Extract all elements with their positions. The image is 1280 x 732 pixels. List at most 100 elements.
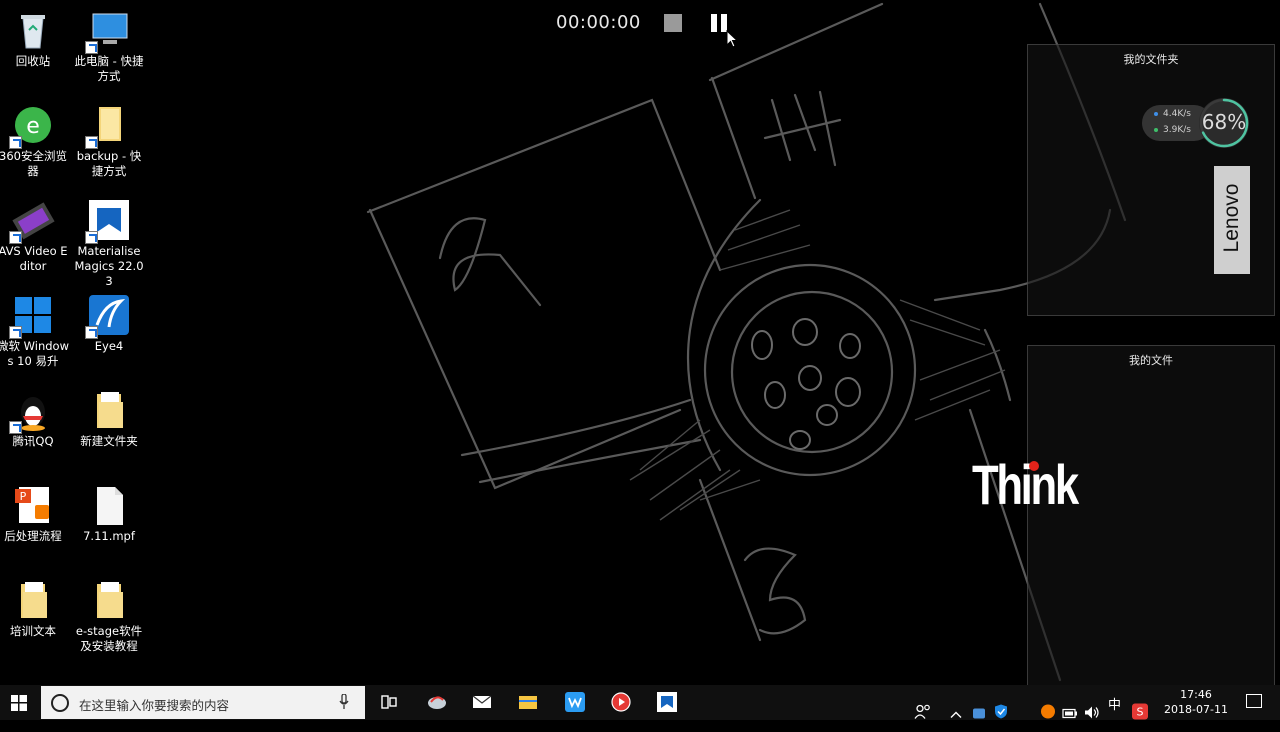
ime-indicator[interactable]: 中 xyxy=(1108,694,1121,729)
windows-logo-icon xyxy=(11,695,27,711)
desktop-icon-backup[interactable]: backup - 快捷方式 xyxy=(72,103,146,179)
folder-icon xyxy=(87,578,131,622)
powerpoint-file-icon: P xyxy=(11,483,55,527)
desktop-icon-label: 回收站 xyxy=(15,54,51,68)
mail-icon xyxy=(472,695,492,708)
lenovo-logo: Lenovo xyxy=(1214,166,1250,274)
materialise-magics-icon xyxy=(85,198,131,244)
people-icon[interactable] xyxy=(914,694,932,729)
recycle-bin-icon xyxy=(11,8,55,52)
network-monitor-widget[interactable]: 4.4K/s 3.9K/s 68% xyxy=(1140,95,1252,151)
shortcut-arrow-icon xyxy=(9,136,22,149)
taskbar-app-wps[interactable] xyxy=(553,685,597,720)
think-logo: Think xyxy=(972,453,1079,516)
desktop-icon-qq[interactable]: 腾讯QQ xyxy=(0,388,70,449)
svg-text:S: S xyxy=(1137,706,1144,719)
qq-penguin-icon xyxy=(9,388,55,434)
cortana-icon xyxy=(51,694,69,712)
shortcut-arrow-icon xyxy=(85,136,98,149)
desktop-icon-new-folder[interactable]: 新建文件夹 xyxy=(72,388,146,449)
desktop-icon-label: 新建文件夹 xyxy=(80,434,138,448)
microphone-icon[interactable] xyxy=(339,694,349,710)
sogou-ime-icon[interactable]: S xyxy=(1132,694,1148,729)
recording-toolbar: 00:00:00 xyxy=(548,4,748,38)
desktop-icon-label: backup - 快捷方式 xyxy=(76,149,142,178)
shortcut-arrow-icon xyxy=(9,421,22,434)
orange-app-icon[interactable] xyxy=(1040,694,1056,729)
shortcut-arrow-icon xyxy=(85,231,98,244)
desktop-icon-this-pc[interactable]: 此电脑 - 快捷方式 xyxy=(72,8,146,84)
desktop-icon-e-stage[interactable]: e-stage软件及安装教程 xyxy=(72,578,146,654)
chevron-up-icon[interactable] xyxy=(950,697,962,732)
notification-center-icon[interactable] xyxy=(1246,694,1262,708)
think-red-dot xyxy=(1029,461,1039,471)
security-shield-icon[interactable] xyxy=(994,694,1008,729)
desktop-icon-label: 后处理流程 xyxy=(4,529,62,543)
blank-file-icon xyxy=(87,483,131,527)
download-speed: 3.9K/s xyxy=(1163,125,1191,135)
desktop-icon-label: 腾讯QQ xyxy=(12,434,54,448)
taskbar-app-magics[interactable] xyxy=(645,685,689,720)
shortcut-arrow-icon xyxy=(85,326,98,339)
search-placeholder: 在这里输入你要搜索的内容 xyxy=(79,698,230,713)
usage-percent: 68% xyxy=(1201,110,1247,134)
clock-time: 17:46 xyxy=(1180,688,1212,701)
desktop-icon-avs-video-editor[interactable]: AVS Video Editor xyxy=(0,198,70,274)
taskbar-search-box[interactable]: 在这里输入你要搜索的内容 xyxy=(41,686,365,719)
fence-title: 我的文件 xyxy=(1129,354,1173,367)
upload-dot-icon xyxy=(1154,111,1158,116)
mouse-app-icon xyxy=(428,696,446,709)
desktop-icon-post-process-flow[interactable]: P 后处理流程 xyxy=(0,483,70,544)
desktop-icon-label: 培训文本 xyxy=(10,624,56,638)
windows-logo-icon xyxy=(9,293,55,339)
svg-text:P: P xyxy=(20,490,27,503)
volume-icon[interactable] xyxy=(1084,695,1100,730)
screen-recorder-icon xyxy=(611,692,631,712)
desktop-icon-label: 360安全浏览器 xyxy=(0,149,67,178)
taskbar-app-mouse-tool[interactable] xyxy=(415,685,459,720)
desktop-icon-label: Materialise Magics 22.03 xyxy=(74,244,144,288)
stop-recording-button[interactable] xyxy=(664,14,682,32)
avs-video-editor-icon xyxy=(9,198,55,244)
download-dot-icon xyxy=(1154,127,1158,132)
taskbar-clock[interactable]: 17:46 2018-07-11 xyxy=(1160,687,1232,717)
desktop-icon-training-text[interactable]: 培训文本 xyxy=(0,578,70,639)
recording-timer: 00:00:00 xyxy=(556,12,641,33)
desktop-icon-materialise-magics[interactable]: Materialise Magics 22.03 xyxy=(72,198,146,289)
this-pc-icon xyxy=(85,8,131,54)
svg-text:e: e xyxy=(26,114,40,139)
desktop-icon-label: 此电脑 - 快捷方式 xyxy=(74,54,144,83)
desktop-icon-recycle-bin[interactable]: 回收站 xyxy=(0,8,70,69)
desktop-icon-windows-10-upgrade[interactable]: 微软 Windows 10 易升 xyxy=(0,293,70,369)
taskbar-app-file-explorer[interactable] xyxy=(506,685,550,720)
wps-icon xyxy=(565,692,585,712)
fence-title: 我的文件夹 xyxy=(1123,53,1179,66)
folder-icon xyxy=(87,388,131,432)
task-view-button[interactable] xyxy=(367,685,411,720)
taskbar-app-mail[interactable] xyxy=(460,685,504,720)
tray-app-icon[interactable] xyxy=(972,695,986,730)
taskbar-app-screen-recorder[interactable] xyxy=(599,685,643,720)
desktop-icon-label: 微软 Windows 10 易升 xyxy=(0,339,69,368)
desktop-icon-eye4[interactable]: Eye4 xyxy=(72,293,146,354)
desktop: 回收站 此电脑 - 快捷方式 e 360安全浏览器 backup - 快捷方式 … xyxy=(0,0,1280,685)
taskbar: 在这里输入你要搜索的内容 中 S 17:46 2018-07-11 xyxy=(0,685,1280,720)
folder-icon xyxy=(85,103,131,149)
file-explorer-icon xyxy=(519,696,537,709)
desktop-icon-360-browser[interactable]: e 360安全浏览器 xyxy=(0,103,70,179)
materialise-magics-icon xyxy=(657,692,677,712)
desktop-icon-label: AVS Video Editor xyxy=(0,244,68,273)
desktop-icon-label: e-stage软件及安装教程 xyxy=(75,624,143,653)
shortcut-arrow-icon xyxy=(9,231,22,244)
mouse-cursor-icon xyxy=(726,30,738,48)
battery-icon[interactable] xyxy=(1062,696,1078,731)
folder-icon xyxy=(11,578,55,622)
start-button[interactable] xyxy=(0,685,38,720)
eye4-icon xyxy=(85,293,131,339)
task-view-icon xyxy=(381,695,397,709)
upload-speed: 4.4K/s xyxy=(1163,109,1191,119)
360-browser-icon: e xyxy=(9,103,55,149)
desktop-icon-mpf-file[interactable]: 7.11.mpf xyxy=(72,483,146,544)
clock-date: 2018-07-11 xyxy=(1164,703,1228,716)
shortcut-arrow-icon xyxy=(9,326,22,339)
